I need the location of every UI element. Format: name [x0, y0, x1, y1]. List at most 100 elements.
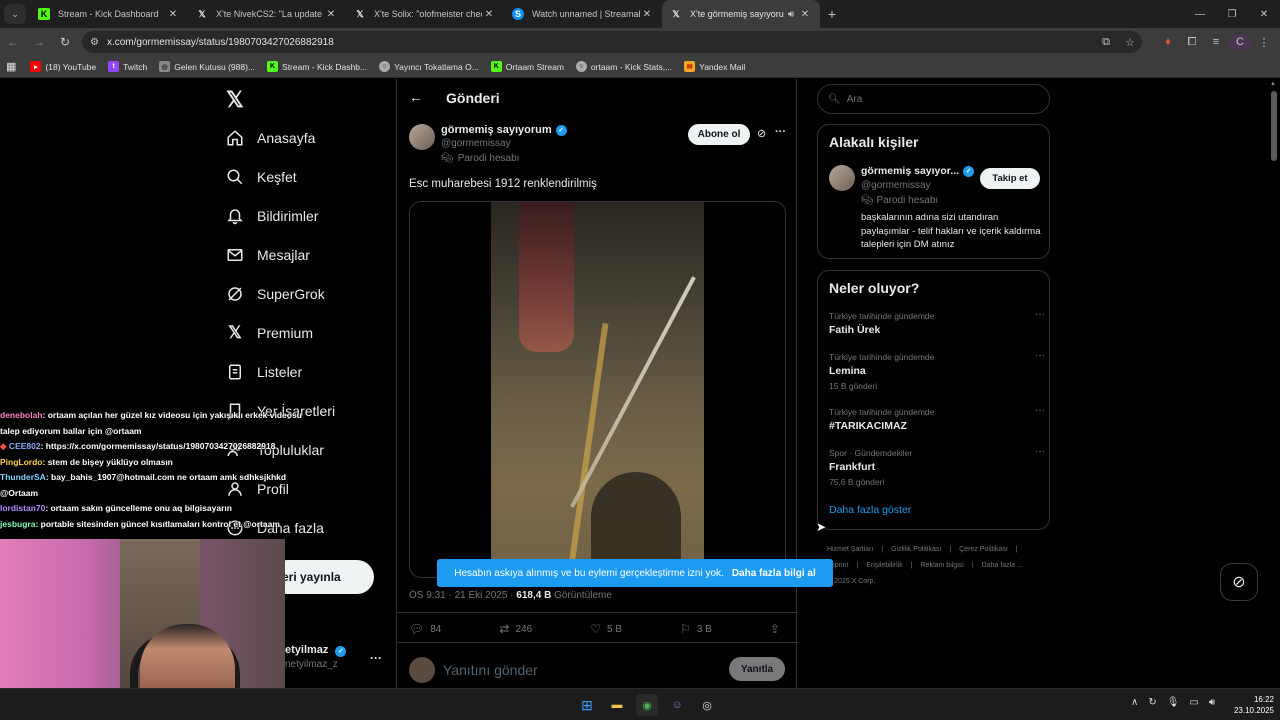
browser-tab[interactable]: S Watch unnamed | Streamable ✕ — [504, 0, 662, 28]
chrome-icon[interactable]: ◉ — [636, 694, 658, 716]
like-button[interactable]: ♡ 5 B — [590, 622, 622, 636]
footer-link[interactable]: Reklam bilgisi — [921, 562, 964, 569]
tray-chevron-icon[interactable]: ∧ — [1131, 697, 1138, 708]
show-more-link[interactable]: Daha fazla göster — [829, 504, 911, 516]
author-name[interactable]: görmemiş sayıyorum ✓ — [441, 124, 567, 136]
close-tab-icon[interactable]: ✕ — [640, 9, 654, 20]
bookmark-kick-stats[interactable]: ○ ortaam - Kick Stats,... — [575, 61, 672, 72]
author-handle[interactable]: @gormemissay — [441, 138, 511, 149]
page-scrollbar[interactable]: ▲ — [1268, 79, 1280, 688]
post-timestamp[interactable]: ÖS 9:31 · 21 Eki 2025 · — [409, 590, 516, 601]
reply-input[interactable]: Yanıtını gönder — [443, 662, 538, 678]
site-info-icon[interactable]: ⚙︎ — [90, 37, 99, 48]
taskbar-clock[interactable]: 16:22 23.10.2025 — [1224, 694, 1274, 716]
bookmark-star-icon[interactable]: ☆ — [1118, 36, 1142, 49]
back-arrow-icon[interactable]: ← — [409, 89, 423, 105]
trend-item[interactable]: Türkiye tarihinde gündemde Lemina 15 B g… — [829, 350, 1045, 391]
video-frame[interactable] — [491, 202, 704, 577]
browser-tab[interactable]: 𝕏 X'te NivekCS2: "La update de h ✕ — [188, 0, 346, 28]
discord-icon[interactable]: ☺ — [666, 694, 688, 716]
nav-messages[interactable]: Mesajlar — [226, 246, 310, 264]
toast-learn-more-link[interactable]: Daha fazla bilgi al — [732, 568, 816, 579]
tray-sync-icon[interactable]: ↻ — [1148, 697, 1156, 708]
tab-search-button[interactable]: ⌄ — [4, 4, 26, 24]
account-switcher[interactable]: etyilmaz ✓ netyilmaz_z — [285, 644, 347, 670]
browser-tab[interactable]: K Stream - Kick Dashboard ✕ — [30, 0, 188, 28]
back-icon[interactable]: ← — [0, 29, 26, 55]
profile-avatar[interactable]: C — [1228, 34, 1252, 50]
grok-floating-button[interactable]: ⊘ — [1220, 563, 1258, 601]
subscribe-button[interactable]: Abone ol — [688, 124, 750, 145]
share-button[interactable]: ⇪ — [770, 622, 786, 636]
url-bar[interactable]: ⚙︎ x.com/gormemissay/status/198070342702… — [82, 31, 1142, 53]
obs-icon[interactable]: ◎ — [696, 694, 718, 716]
trend-more-icon[interactable]: ··· — [1035, 350, 1045, 361]
file-explorer-icon[interactable]: ▬ — [606, 694, 628, 716]
network-icon[interactable]: ▭ — [1189, 697, 1198, 708]
grok-icon[interactable]: ⊘ — [757, 127, 766, 140]
bookmark-ortaam-stream[interactable]: K Ortaam Stream — [490, 61, 564, 72]
trend-item[interactable]: Türkiye tarihinde gündemde #TARIKACIMAZ … — [829, 405, 1045, 432]
media-controls-icon[interactable]: ≡ — [1204, 36, 1228, 48]
nav-premium[interactable]: 𝕏 Premium — [226, 323, 313, 342]
bookmark-twitch[interactable]: t Twitch — [108, 61, 147, 72]
footer-link[interactable]: Hizmet Şartları — [827, 546, 873, 553]
audio-icon[interactable]: 🔊︎ — [784, 9, 798, 20]
bookmark-youtube[interactable]: ▸ (18) YouTube — [30, 61, 96, 72]
windows-start-icon[interactable]: ⊞ — [576, 694, 598, 716]
close-tab-icon[interactable]: ✕ — [166, 9, 180, 20]
post-video[interactable] — [409, 201, 786, 578]
footer-link[interactable]: Daha fazla ... — [982, 562, 1023, 569]
scroll-up-icon[interactable]: ▲ — [1270, 81, 1276, 87]
nav-notifications[interactable]: Bildirimler — [226, 207, 318, 225]
close-tab-icon[interactable]: ✕ — [798, 9, 812, 20]
related-handle[interactable]: @gormemissay — [861, 180, 931, 191]
related-avatar[interactable] — [829, 165, 855, 191]
close-tab-icon[interactable]: ✕ — [482, 9, 496, 20]
close-window-icon[interactable]: ✕ — [1248, 0, 1280, 28]
restore-icon[interactable]: ❐ — [1216, 0, 1248, 28]
bookmark-yandex-mail[interactable]: ✉ Yandex Mail — [684, 61, 745, 72]
post-button[interactable]: eri yayınla — [270, 560, 374, 594]
bookmark-button[interactable]: ⚐ 3 B — [680, 622, 712, 636]
microphone-icon[interactable]: 🎙︎ — [1167, 697, 1180, 708]
minimize-icon[interactable]: — — [1184, 0, 1216, 28]
trend-item[interactable]: Spor · Gündemdekiler Frankfurt 75,6 B gö… — [829, 446, 1045, 487]
extension-icon[interactable]: ♦ — [1156, 36, 1180, 48]
trend-more-icon[interactable]: ··· — [1035, 405, 1045, 416]
trend-more-icon[interactable]: ··· — [1035, 446, 1045, 457]
account-more-icon[interactable]: ··· — [370, 651, 382, 665]
reload-icon[interactable]: ↻ — [52, 29, 78, 55]
trend-more-icon[interactable]: ··· — [1035, 309, 1045, 320]
related-name[interactable]: görmemiş sayıyor... ✓ — [861, 165, 975, 177]
close-tab-icon[interactable]: ✕ — [324, 9, 338, 20]
footer-link[interactable]: Gizlilik Politikası — [891, 546, 941, 553]
extensions-puzzle-icon[interactable]: ⧠ — [1180, 36, 1204, 49]
follow-button[interactable]: Takip et — [980, 168, 1040, 189]
nav-lists[interactable]: Listeler — [226, 363, 302, 381]
browser-tab[interactable]: 𝕏 X'te Solix: "olofmeister checkin ✕ — [346, 0, 504, 28]
reply-submit-button[interactable]: Yanıtla — [729, 657, 785, 681]
forward-icon[interactable]: → — [26, 29, 52, 55]
apps-grid-icon[interactable]: ▦ — [6, 60, 16, 73]
trend-item[interactable]: Türkiye tarihinde gündemde Fatih Ürek ··… — [829, 309, 1045, 336]
footer-link[interactable]: Erişilebilirlik — [866, 562, 903, 569]
bookmark-kick-dashboard[interactable]: K Stream - Kick Dashb... — [267, 61, 367, 72]
nav-supergrok[interactable]: SuperGrok — [226, 285, 325, 303]
repost-button[interactable]: ⇄ 246 — [499, 622, 532, 636]
author-avatar[interactable] — [409, 124, 435, 150]
bookmark-tokatlama[interactable]: ○ Yayıncı Tokatlama O... — [379, 61, 479, 72]
browser-tab-active[interactable]: 𝕏 X'te görmemiş sayıyorum: " 🔊︎ ✕ — [662, 0, 820, 28]
scrollbar-thumb[interactable] — [1271, 91, 1277, 161]
nav-home[interactable]: Anasayfa — [226, 129, 315, 147]
more-options-icon[interactable]: ··· — [775, 126, 786, 138]
install-app-icon[interactable]: ⧉ — [1094, 36, 1118, 49]
footer-link[interactable]: Çerez Politikası — [959, 546, 1008, 553]
nav-explore[interactable]: Keşfet — [226, 168, 297, 186]
bookmark-outlook[interactable]: ◎ Gelen Kutusu (988)... — [159, 61, 255, 72]
menu-kebab-icon[interactable]: ⋮ — [1252, 36, 1276, 49]
new-tab-button[interactable]: + — [820, 6, 844, 22]
volume-icon[interactable]: 🔊︎ — [1209, 697, 1215, 708]
x-logo-icon[interactable]: 𝕏 — [226, 87, 244, 113]
search-input[interactable]: 🔍︎ Ara — [817, 84, 1050, 114]
